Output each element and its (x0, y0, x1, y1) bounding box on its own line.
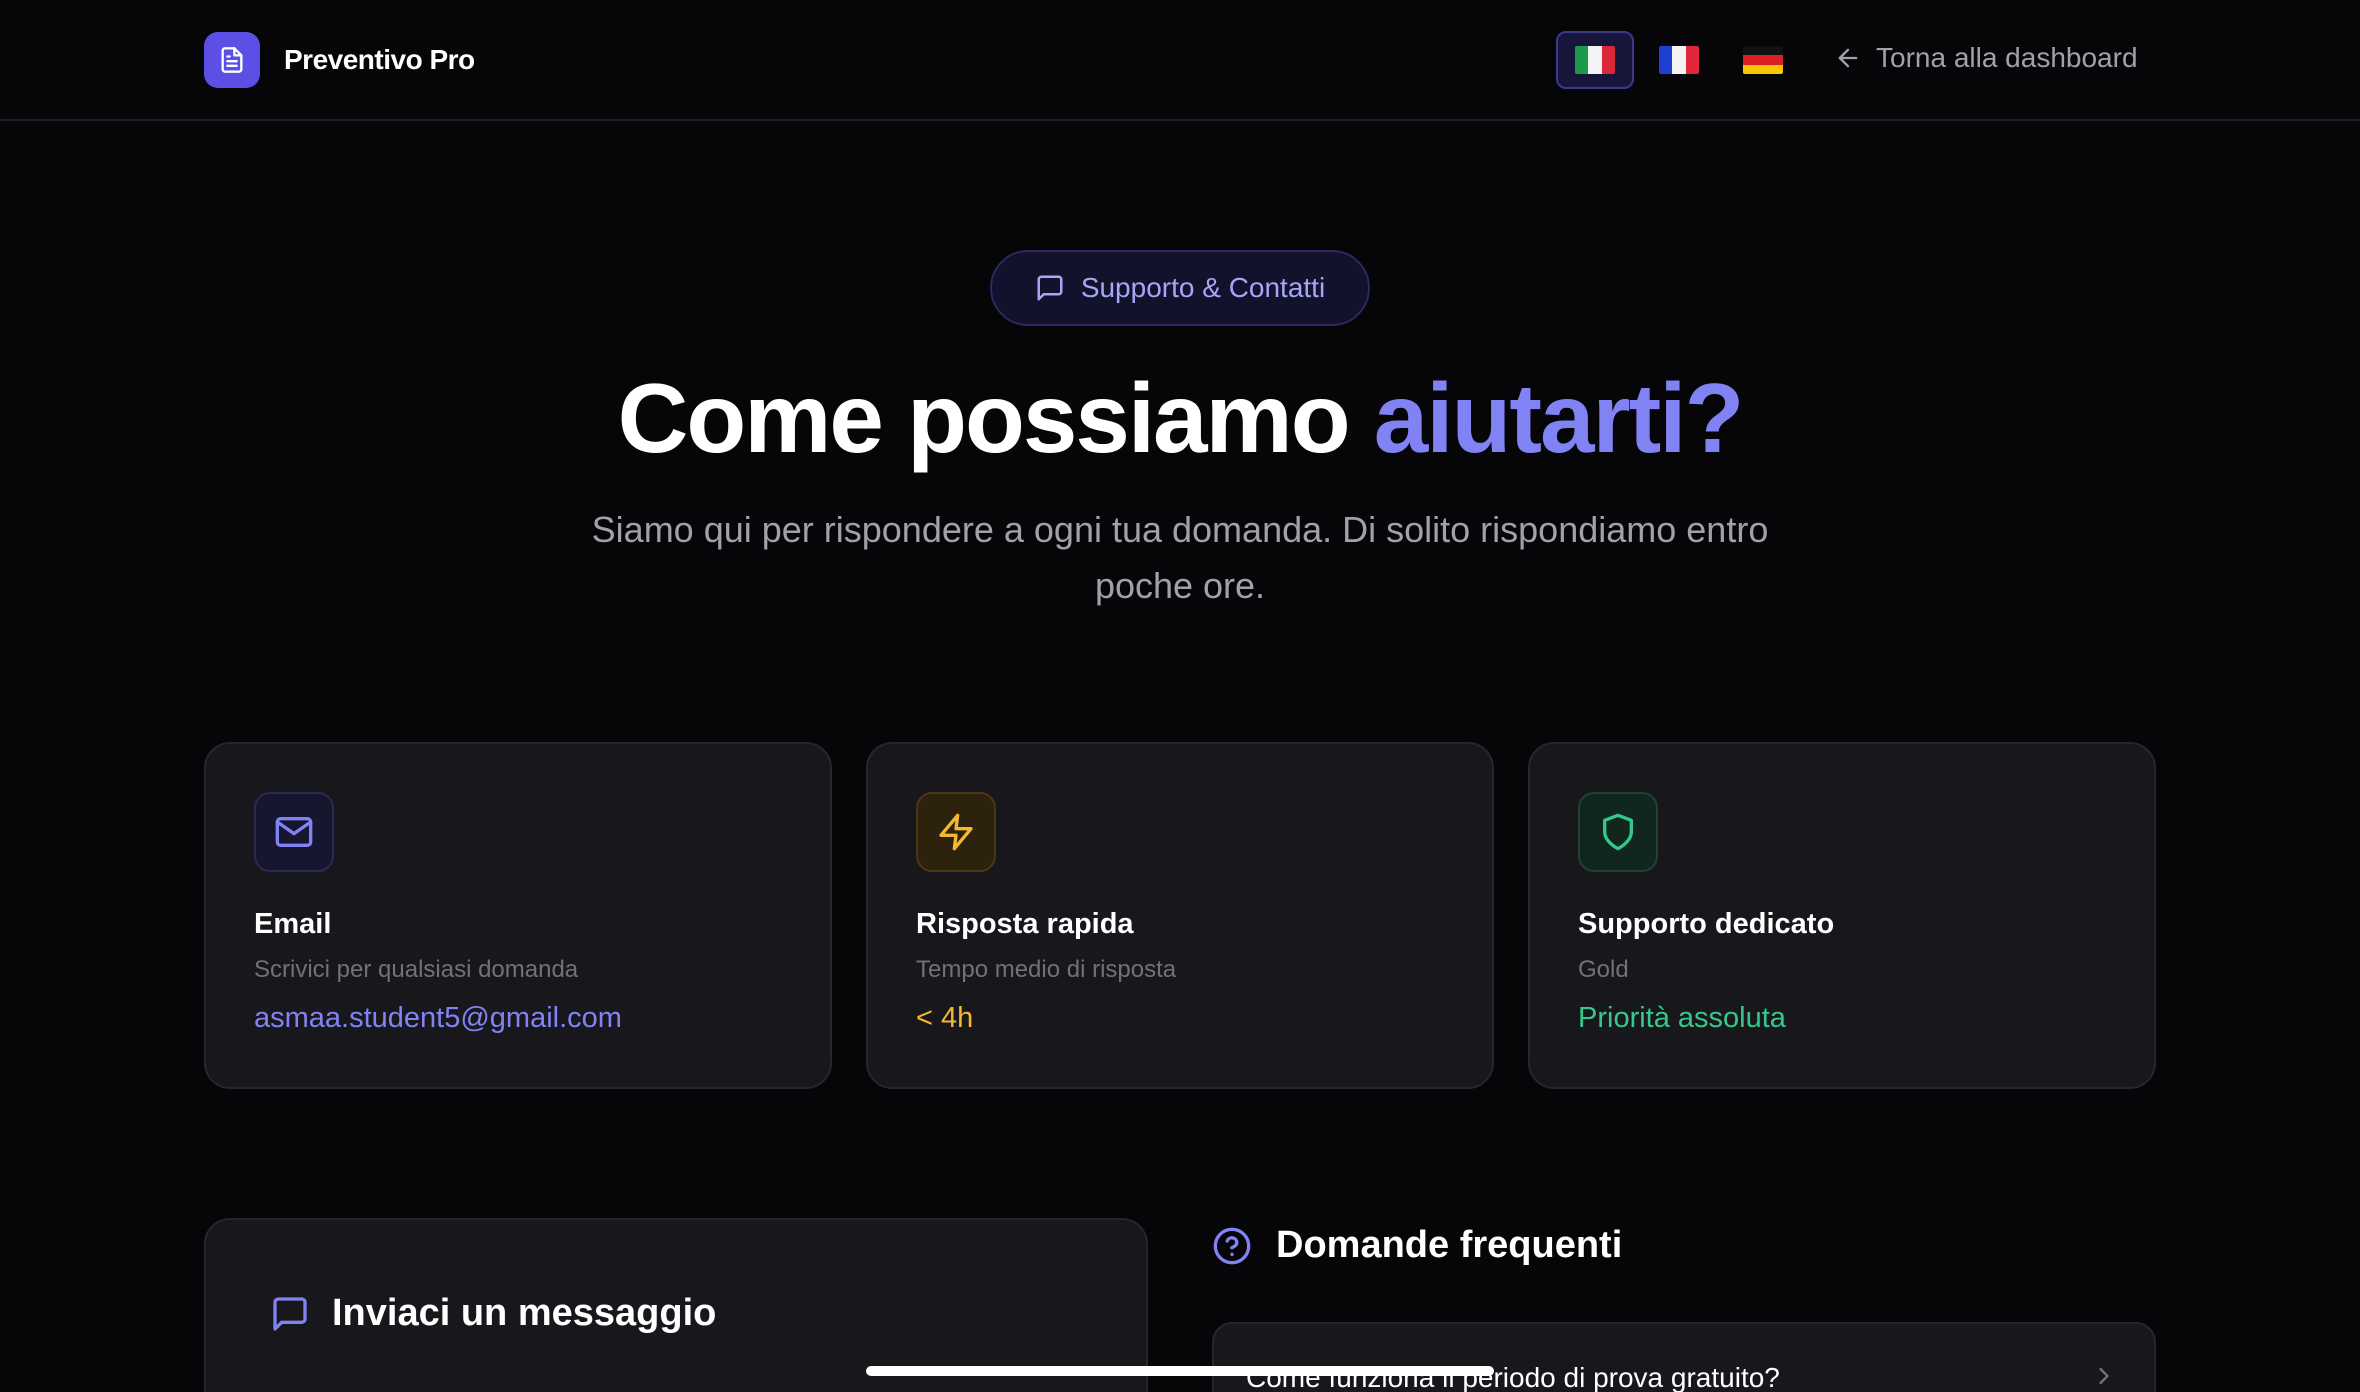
faq-item[interactable]: Come funziona il periodo di prova gratui… (1212, 1322, 2156, 1392)
support-priority-value: Priorità assoluta (1578, 1002, 1786, 1034)
chat-icon (1037, 275, 1063, 301)
italy-flag-icon (1575, 46, 1615, 74)
message-icon (273, 1296, 307, 1331)
dedicated-support-card: Supporto dedicato Gold Priorità assoluta (1528, 742, 2156, 1089)
page-subtitle: Siamo qui per rispondere a ogni tua doma… (591, 509, 1769, 606)
card-title: Email (254, 908, 332, 940)
page-title-main: Come possiamo (617, 363, 1351, 473)
shield-icon (1578, 792, 1658, 872)
language-french-button[interactable] (1640, 31, 1718, 89)
back-link-label: Torna alla dashboard (1876, 42, 2138, 73)
support-email-link[interactable]: asmaa.student5@gmail.com (254, 1002, 622, 1035)
language-german-button[interactable] (1724, 31, 1802, 89)
page-title: Come possiamo aiutarti? (0, 362, 2360, 475)
brand-name: Preventivo Pro (284, 44, 475, 75)
chevron-right-icon (2099, 1367, 2109, 1385)
card-description: Tempo medio di risposta (916, 956, 1177, 983)
contact-form-title: Inviaci un messaggio (270, 1292, 716, 1335)
help-circle-icon (1213, 1227, 1251, 1264)
support-badge-label: Supporto & Contatti (1080, 272, 1326, 303)
card-description: Scrivici per qualsiasi domanda (254, 956, 579, 983)
arrow-left-icon (1838, 48, 1858, 68)
mail-icon (254, 792, 334, 872)
germany-flag-icon (1743, 46, 1783, 74)
contact-form-title-label: Inviaci un messaggio (332, 1292, 717, 1334)
email-card: Email Scrivici per qualsiasi domanda asm… (204, 742, 832, 1089)
faq-title-label: Domande frequenti (1276, 1224, 1623, 1266)
language-italian-button[interactable] (1556, 31, 1634, 89)
response-time-card: Risposta rapida Tempo medio di risposta … (866, 742, 1494, 1089)
faq-title: Domande frequenti (1212, 1224, 1622, 1267)
card-title: Risposta rapida (916, 908, 1134, 940)
brand[interactable]: Preventivo Pro (204, 32, 475, 88)
home-indicator (866, 1366, 1494, 1376)
card-title: Supporto dedicato (1578, 908, 1835, 940)
back-to-dashboard-link[interactable]: Torna alla dashboard (1834, 42, 2138, 74)
language-switcher (1556, 31, 1808, 89)
page-title-accent: aiutarti? (1373, 363, 1745, 473)
top-bar: Preventivo Pro Torna alla dashboard (0, 0, 2360, 121)
response-time-value: < 4h (916, 1002, 974, 1034)
card-description: Gold (1578, 956, 1629, 983)
document-icon (204, 32, 260, 88)
support-badge: Supporto & Contatti (990, 250, 1370, 326)
lightning-icon (916, 792, 996, 872)
support-page: Preventivo Pro Torna alla dashboard Supp… (0, 0, 2360, 1392)
france-flag-icon (1659, 46, 1699, 74)
